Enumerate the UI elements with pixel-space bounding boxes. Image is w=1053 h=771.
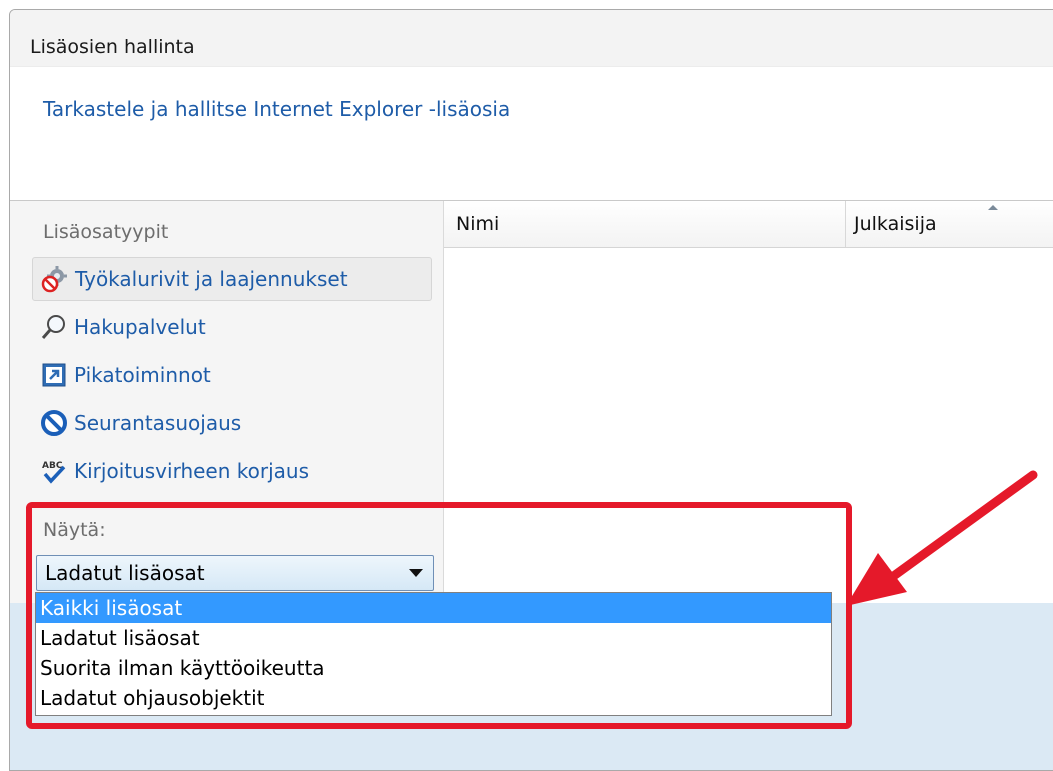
- window-subtitle: Tarkastele ja hallitse Internet Explorer…: [43, 97, 511, 121]
- column-header-name[interactable]: Nimi: [456, 213, 499, 235]
- type-item-label: Kirjoitusvirheen korjaus: [74, 459, 309, 483]
- title-bar: Lisäosien hallinta: [10, 10, 1053, 67]
- type-item-label: Pikatoiminnot: [74, 363, 211, 387]
- accelerator-icon: [40, 361, 68, 389]
- magnifier-icon: [40, 313, 68, 341]
- type-item-accelerators[interactable]: Pikatoiminnot: [32, 353, 432, 397]
- column-divider[interactable]: [845, 201, 846, 247]
- list-column-header: Nimi Julkaisija: [444, 201, 1053, 248]
- type-item-toolbars-extensions[interactable]: Työkalurivit ja laajennukset: [32, 257, 432, 301]
- column-header-publisher[interactable]: Julkaisija: [854, 213, 937, 235]
- gear-blocked-icon: [41, 265, 69, 293]
- sort-ascending-icon: [988, 205, 998, 210]
- annotation-highlight-box: [26, 502, 852, 729]
- type-item-label: Hakupalvelut: [74, 315, 206, 339]
- type-item-label: Työkalurivit ja laajennukset: [75, 267, 348, 291]
- type-item-label: Seurantasuojaus: [74, 411, 242, 435]
- type-item-search-providers[interactable]: Hakupalvelut: [32, 305, 432, 349]
- spelling-abc-icon: ABC: [40, 457, 68, 485]
- addon-types-heading: Lisäosatyypit: [43, 221, 169, 243]
- type-item-spelling-correction[interactable]: ABC Kirjoitusvirheen korjaus: [32, 449, 432, 493]
- window-title: Lisäosien hallinta: [30, 36, 195, 58]
- tracking-protection-icon: [40, 409, 68, 437]
- type-item-tracking-protection[interactable]: Seurantasuojaus: [32, 401, 432, 445]
